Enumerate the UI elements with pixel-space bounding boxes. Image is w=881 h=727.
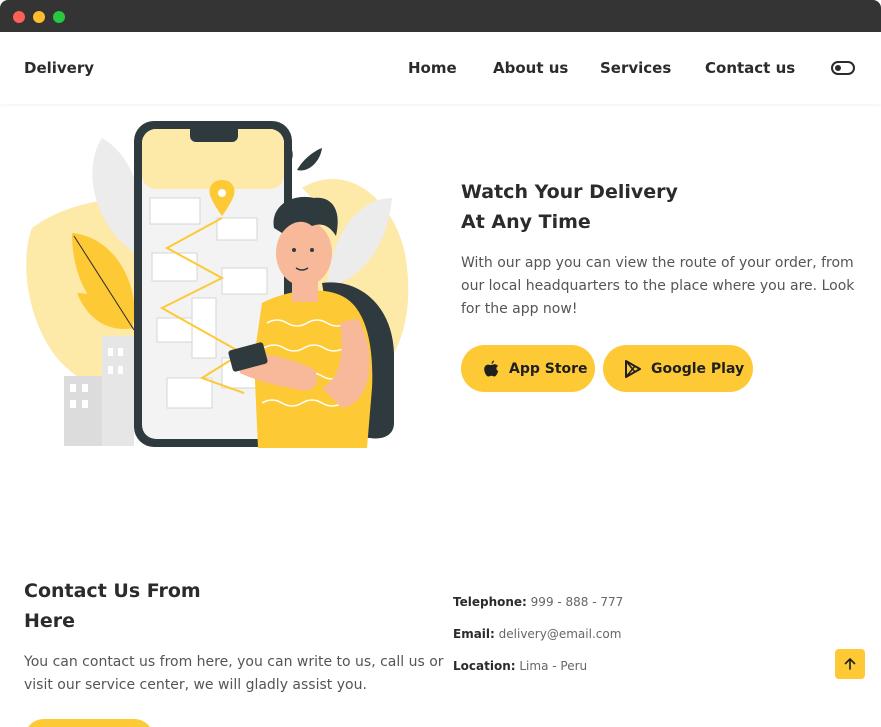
nav-about-us[interactable]: About us — [493, 59, 568, 77]
location-value: Lima - Peru — [519, 659, 588, 673]
location-label: Location: — [453, 659, 516, 673]
app-section-description: With our app you can view the route of y… — [461, 255, 855, 317]
window-titlebar — [0, 0, 881, 32]
contact-email: Email: delivery@email.com — [453, 627, 621, 641]
nav-services[interactable]: Services — [600, 59, 671, 77]
google-play-button[interactable]: Google Play — [603, 345, 753, 392]
app-section-title: Watch Your Delivery At Any Time — [461, 177, 841, 237]
contact-section-title: Contact Us From Here — [24, 576, 284, 636]
contact-telephone: Telephone: 999 - 888 - 777 — [453, 595, 623, 609]
telephone-label: Telephone: — [453, 595, 527, 609]
contact-title-line-2: Here — [24, 610, 76, 632]
nav-home[interactable]: Home — [408, 59, 457, 77]
email-label: Email: — [453, 627, 495, 641]
email-value: delivery@email.com — [498, 627, 622, 641]
app-store-button[interactable]: App Store — [461, 345, 595, 392]
delivery-app-illustration — [26, 121, 409, 448]
app-store-label: App Store — [509, 360, 588, 377]
contact-button[interactable] — [24, 719, 154, 727]
theme-toggle-icon[interactable] — [831, 61, 855, 75]
arrow-up-icon — [844, 655, 856, 674]
contact-title-line-1: Contact Us From — [24, 580, 201, 602]
contact-location: Location: Lima - Peru — [453, 659, 587, 673]
maximize-window-button[interactable] — [53, 11, 65, 23]
contact-section-description: You can contact us from here, you can wr… — [24, 654, 444, 693]
app-title-line-2: At Any Time — [461, 211, 591, 233]
google-play-icon — [623, 359, 643, 379]
google-play-label: Google Play — [651, 360, 745, 377]
site-logo[interactable]: Delivery — [24, 59, 94, 77]
minimize-window-button[interactable] — [33, 11, 45, 23]
app-title-line-1: Watch Your Delivery — [461, 181, 678, 203]
scroll-to-top-button[interactable] — [835, 649, 865, 679]
close-window-button[interactable] — [13, 11, 25, 23]
nav-contact-us[interactable]: Contact us — [705, 59, 795, 77]
telephone-value: 999 - 888 - 777 — [530, 595, 624, 609]
apple-icon — [481, 359, 501, 379]
site-header: Delivery Home About us Services Contact … — [0, 32, 881, 104]
